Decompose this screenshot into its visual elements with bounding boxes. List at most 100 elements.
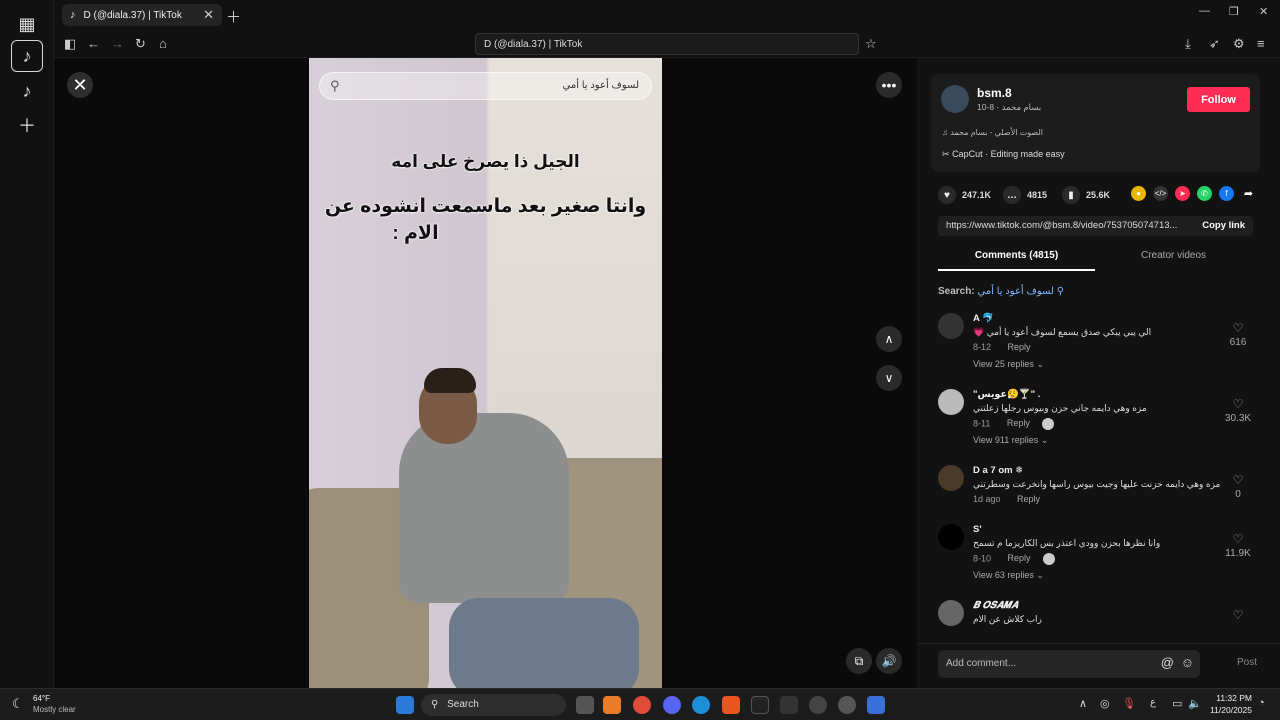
facebook-icon[interactable]: f xyxy=(1219,186,1234,201)
epic-games-icon[interactable] xyxy=(751,696,769,714)
comment-input[interactable]: Add comment... @ ☺ xyxy=(938,650,1200,678)
post-button[interactable]: Post xyxy=(1237,657,1257,668)
emoji-icon[interactable]: ☺ xyxy=(1181,655,1194,670)
send-icon[interactable]: ➤ xyxy=(1175,186,1190,201)
view-replies-button[interactable]: View 25 replies ⌄ xyxy=(973,359,1044,370)
video-player[interactable]: لسوف أعود يا أمي ⚲ الجيل ذا يصرخ على امه… xyxy=(309,58,662,688)
creator-username[interactable]: bsm.8 xyxy=(977,86,1012,100)
tiktok-app-icon[interactable]: ♪ xyxy=(11,75,43,107)
active-browser-icon[interactable] xyxy=(867,696,885,714)
windows-taskbar: ☾ 64°F Mostly clear ⚲ Search ∧ ◎ 🎙 ع ▭ 🔈… xyxy=(0,688,1280,720)
copy-link-button[interactable]: Copy link xyxy=(1202,220,1245,231)
tray-chevron-icon[interactable]: ∧ xyxy=(1079,697,1087,710)
commenter-name[interactable]: A 🐬 xyxy=(973,313,994,324)
mention-icon[interactable]: @ xyxy=(1161,655,1174,670)
commenter-avatar[interactable] xyxy=(938,465,964,491)
close-video-button[interactable]: ✕ xyxy=(67,72,93,98)
reply-button[interactable]: Reply xyxy=(1008,553,1031,563)
microphone-icon[interactable]: 🎙 xyxy=(1122,697,1136,710)
likes-stat[interactable]: ♥ 247.1K xyxy=(938,186,991,204)
network-icon[interactable]: ▭ xyxy=(1172,697,1182,710)
restore-icon[interactable]: ❐ xyxy=(1229,5,1239,18)
reply-button[interactable]: Reply xyxy=(1008,342,1031,352)
capcut-row[interactable]: ✂ CapCut · Editing made easy xyxy=(942,149,1065,160)
menu-icon[interactable]: ≡ xyxy=(1257,36,1265,51)
back-icon[interactable]: ← xyxy=(87,36,100,51)
reply-button[interactable]: Reply xyxy=(1017,494,1040,504)
view-replies-button[interactable]: View 63 replies ⌄ xyxy=(973,570,1044,581)
start-windows-icon[interactable] xyxy=(396,696,414,714)
grid-icon[interactable]: ▦ xyxy=(11,8,43,40)
settings-gear-icon[interactable]: ⚙ xyxy=(1233,36,1245,52)
whatsapp-icon[interactable]: ✆ xyxy=(1197,186,1212,201)
window-close-icon[interactable]: ✕ xyxy=(1259,5,1268,18)
view-replies-button[interactable]: View 911 replies ⌄ xyxy=(973,435,1048,446)
commenter-name[interactable]: S' xyxy=(973,524,982,535)
app-settings-icon[interactable] xyxy=(838,696,856,714)
next-video-button[interactable]: ∨ xyxy=(876,365,902,391)
volume-icon[interactable]: 🔊 xyxy=(876,648,902,674)
tab-comments[interactable]: Comments (4815) xyxy=(938,250,1095,271)
clock-time[interactable]: 11:32 PM xyxy=(1212,693,1252,703)
language-icon[interactable]: ع xyxy=(1150,697,1156,708)
comment-search-row[interactable]: Search: لسوف أعود يا أمي ⚲ xyxy=(938,286,1064,297)
minimize-icon[interactable]: — xyxy=(1199,5,1210,17)
more-options-button[interactable]: ••• xyxy=(876,72,902,98)
add-app-icon[interactable]: ＋ xyxy=(11,109,43,141)
reply-button[interactable]: Reply xyxy=(1007,418,1030,428)
pip-icon[interactable]: ⧉ xyxy=(846,648,872,674)
new-tab-icon[interactable]: ＋ xyxy=(226,6,241,27)
taskbar-search[interactable]: ⚲ Search xyxy=(421,694,566,716)
address-bar[interactable]: D (@diala.37) | TikTok xyxy=(475,33,859,55)
comment-like[interactable]: ♡ xyxy=(1218,608,1258,624)
bookmark-star-icon[interactable]: ☆ xyxy=(865,36,877,52)
forward-icon[interactable]: → xyxy=(111,36,124,51)
edge-icon[interactable] xyxy=(692,696,710,714)
browser-tab[interactable]: ♪ D (@diala.37) | TikTok ✕ xyxy=(62,4,222,26)
comment-like[interactable]: ♡ 0 xyxy=(1218,473,1258,500)
comment-like[interactable]: ♡ 11.9K xyxy=(1218,532,1258,559)
coin-icon[interactable]: ● xyxy=(1131,186,1146,201)
sound-row[interactable]: ♫ الصوت الأصلي - بسام محمد xyxy=(942,128,1043,137)
tiktok-app-icon-active[interactable]: ♪ xyxy=(11,40,43,72)
weather-icon[interactable]: ☾ xyxy=(12,696,24,712)
discord-icon[interactable] xyxy=(663,696,681,714)
previous-video-button[interactable]: ∧ xyxy=(876,326,902,352)
embed-icon[interactable]: </> xyxy=(1153,186,1168,201)
comment-like[interactable]: ♡ 616 xyxy=(1218,321,1258,348)
tab-creator-videos[interactable]: Creator videos xyxy=(1095,250,1252,269)
commenter-avatar[interactable] xyxy=(938,600,964,626)
commenter-name[interactable]: D a 7 om ❄ xyxy=(973,465,1023,476)
comments-stat[interactable]: … 4815 xyxy=(1003,186,1047,204)
commenter-avatar[interactable] xyxy=(938,313,964,339)
clock-date[interactable]: 11/20/2025 xyxy=(1207,705,1252,715)
comment-like[interactable]: ♡ 30.3K xyxy=(1218,397,1258,424)
task-view-icon[interactable] xyxy=(576,696,594,714)
app-icon-a[interactable] xyxy=(603,696,621,714)
brave-icon[interactable] xyxy=(722,696,740,714)
share-arrow-icon[interactable]: ➦ xyxy=(1241,186,1256,201)
commenter-name[interactable]: "عويس😮‍💨🍸" . xyxy=(973,389,1040,400)
saves-stat[interactable]: ▮ 25.6K xyxy=(1062,186,1110,204)
tray-app-icon[interactable]: ◎ xyxy=(1100,697,1110,710)
steam-icon[interactable] xyxy=(809,696,827,714)
tab-close-icon[interactable]: ✕ xyxy=(203,7,214,23)
call-of-duty-icon[interactable] xyxy=(780,696,798,714)
sidebar-icon[interactable]: ◧ xyxy=(64,36,76,52)
follow-button[interactable]: Follow xyxy=(1187,87,1250,112)
rocket-icon[interactable]: ➶ xyxy=(1209,36,1220,52)
creator-avatar[interactable] xyxy=(941,85,969,113)
search-icon[interactable]: ⚲ xyxy=(330,78,340,94)
commenter-avatar[interactable] xyxy=(938,524,964,550)
chrome-icon[interactable] xyxy=(633,696,651,714)
notification-icon[interactable]: ◔ xyxy=(1258,697,1265,709)
download-icon[interactable]: ⤓ xyxy=(1185,36,1191,52)
commenter-name[interactable]: 𝑩 𝑶𝑺𝑨𝑴𝑨 xyxy=(973,600,1018,611)
video-search-bar[interactable]: لسوف أعود يا أمي ⚲ xyxy=(319,72,652,100)
commenter-avatar[interactable] xyxy=(938,389,964,415)
tiktok-favicon-icon: ♪ xyxy=(70,9,76,21)
weather-temp[interactable]: 64°F xyxy=(33,694,50,703)
home-icon[interactable]: ⌂ xyxy=(159,36,167,51)
reload-icon[interactable]: ↻ xyxy=(135,36,146,52)
speaker-icon[interactable]: 🔈 xyxy=(1188,697,1202,710)
